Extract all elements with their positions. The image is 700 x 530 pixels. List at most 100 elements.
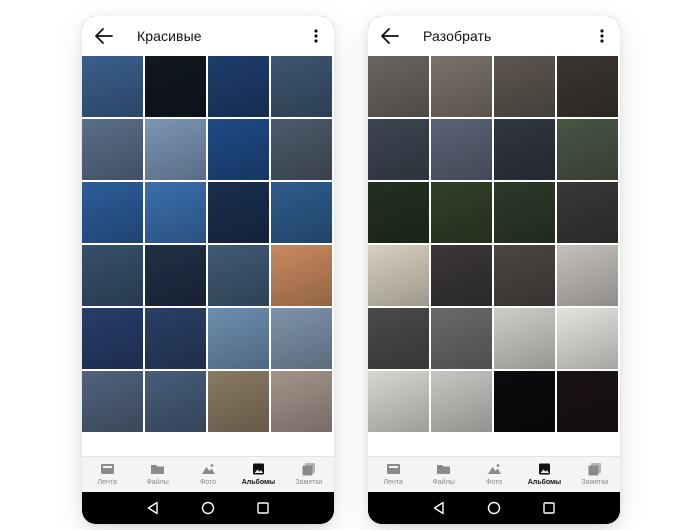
photo-thumbnail[interactable] — [271, 119, 332, 180]
screen: Красивые Лента Файлы Фото Альбомы Заметк… — [82, 16, 334, 492]
folder-icon — [151, 465, 165, 474]
photo-thumbnail[interactable] — [431, 371, 492, 432]
photo-icon — [201, 464, 215, 474]
albums-icon — [538, 463, 550, 475]
nav-item-feed[interactable]: Лента — [368, 457, 418, 492]
photo-thumbnail[interactable] — [82, 56, 143, 117]
photo-thumbnail[interactable] — [368, 56, 429, 117]
feed-icon — [386, 464, 400, 474]
notes-icon — [588, 463, 602, 476]
bottom-navigation: Лента Файлы Фото Альбомы Заметки — [82, 456, 334, 492]
photo-thumbnail[interactable] — [431, 56, 492, 117]
nav-label: Альбомы — [241, 479, 276, 486]
more-vert-icon[interactable] — [598, 28, 606, 44]
photo-thumbnail[interactable] — [145, 182, 206, 243]
photo-thumbnail[interactable] — [431, 308, 492, 369]
recents-square-icon[interactable] — [255, 500, 271, 516]
nav-label: Альбомы — [527, 479, 562, 486]
nav-item-notes[interactable]: Заметки — [284, 457, 334, 492]
photo-grid — [82, 56, 334, 432]
photo-thumbnail[interactable] — [557, 245, 618, 306]
photo-thumbnail[interactable] — [368, 308, 429, 369]
photo-thumbnail[interactable] — [494, 56, 555, 117]
screen: Разобрать Лента Файлы Фото Альбомы Замет… — [368, 16, 620, 492]
notes-icon — [302, 463, 316, 476]
top-app-bar: Красивые — [82, 16, 334, 56]
home-circle-icon[interactable] — [486, 500, 502, 516]
photo-icon — [487, 464, 501, 474]
nav-item-albums[interactable]: Альбомы — [233, 457, 283, 492]
album-title: Красивые — [137, 28, 202, 44]
photo-thumbnail[interactable] — [208, 308, 269, 369]
photo-thumbnail[interactable] — [557, 308, 618, 369]
album-title: Разобрать — [423, 28, 492, 44]
photo-thumbnail[interactable] — [271, 308, 332, 369]
phone-right: Разобрать Лента Файлы Фото Альбомы Замет… — [368, 16, 620, 524]
home-circle-icon[interactable] — [200, 500, 216, 516]
photo-thumbnail[interactable] — [557, 182, 618, 243]
photo-thumbnail[interactable] — [208, 182, 269, 243]
photo-thumbnail[interactable] — [494, 182, 555, 243]
photo-thumbnail[interactable] — [557, 371, 618, 432]
photo-thumbnail[interactable] — [368, 245, 429, 306]
photo-thumbnail[interactable] — [431, 119, 492, 180]
photo-thumbnail[interactable] — [82, 371, 143, 432]
photo-thumbnail[interactable] — [368, 371, 429, 432]
photo-thumbnail[interactable] — [145, 119, 206, 180]
system-navigation-bar — [82, 492, 334, 524]
photo-thumbnail[interactable] — [271, 245, 332, 306]
folder-icon — [437, 465, 451, 474]
photo-thumbnail[interactable] — [145, 56, 206, 117]
system-navigation-bar — [368, 492, 620, 524]
photo-thumbnail[interactable] — [494, 308, 555, 369]
bottom-navigation: Лента Файлы Фото Альбомы Заметки — [368, 456, 620, 492]
nav-item-notes[interactable]: Заметки — [570, 457, 620, 492]
more-vert-icon[interactable] — [312, 28, 320, 44]
phone-left: Красивые Лента Файлы Фото Альбомы Заметк… — [82, 16, 334, 524]
photo-thumbnail[interactable] — [82, 308, 143, 369]
photo-thumbnail[interactable] — [145, 371, 206, 432]
back-triangle-icon[interactable] — [431, 500, 447, 516]
recents-square-icon[interactable] — [541, 500, 557, 516]
feed-icon — [100, 464, 114, 474]
nav-label: Заметки — [295, 479, 323, 486]
nav-label: Лента — [383, 479, 403, 486]
photo-thumbnail[interactable] — [82, 119, 143, 180]
top-app-bar: Разобрать — [368, 16, 620, 56]
photo-thumbnail[interactable] — [494, 245, 555, 306]
photo-thumbnail[interactable] — [145, 245, 206, 306]
nav-item-files[interactable]: Файлы — [132, 457, 182, 492]
nav-item-files[interactable]: Файлы — [418, 457, 468, 492]
photo-thumbnail[interactable] — [557, 56, 618, 117]
nav-item-photo[interactable]: Фото — [469, 457, 519, 492]
photo-thumbnail[interactable] — [208, 371, 269, 432]
photo-grid — [368, 56, 620, 432]
nav-item-photo[interactable]: Фото — [183, 457, 233, 492]
photo-thumbnail[interactable] — [82, 245, 143, 306]
photo-thumbnail[interactable] — [271, 371, 332, 432]
nav-label: Файлы — [432, 479, 455, 486]
photo-thumbnail[interactable] — [368, 119, 429, 180]
nav-label: Фото — [485, 479, 503, 486]
nav-item-feed[interactable]: Лента — [82, 457, 132, 492]
photo-thumbnail[interactable] — [271, 56, 332, 117]
photo-thumbnail[interactable] — [431, 182, 492, 243]
photo-thumbnail[interactable] — [82, 182, 143, 243]
nav-label: Заметки — [581, 479, 609, 486]
photo-thumbnail[interactable] — [208, 56, 269, 117]
photo-thumbnail[interactable] — [494, 371, 555, 432]
photo-thumbnail[interactable] — [208, 245, 269, 306]
photo-thumbnail[interactable] — [431, 245, 492, 306]
photo-thumbnail[interactable] — [145, 308, 206, 369]
back-arrow-icon[interactable] — [380, 27, 400, 45]
back-triangle-icon[interactable] — [145, 500, 161, 516]
nav-label: Лента — [97, 479, 117, 486]
nav-label: Файлы — [146, 479, 169, 486]
photo-thumbnail[interactable] — [494, 119, 555, 180]
photo-thumbnail[interactable] — [271, 182, 332, 243]
back-arrow-icon[interactable] — [94, 27, 114, 45]
photo-thumbnail[interactable] — [208, 119, 269, 180]
photo-thumbnail[interactable] — [557, 119, 618, 180]
photo-thumbnail[interactable] — [368, 182, 429, 243]
nav-item-albums[interactable]: Альбомы — [519, 457, 569, 492]
